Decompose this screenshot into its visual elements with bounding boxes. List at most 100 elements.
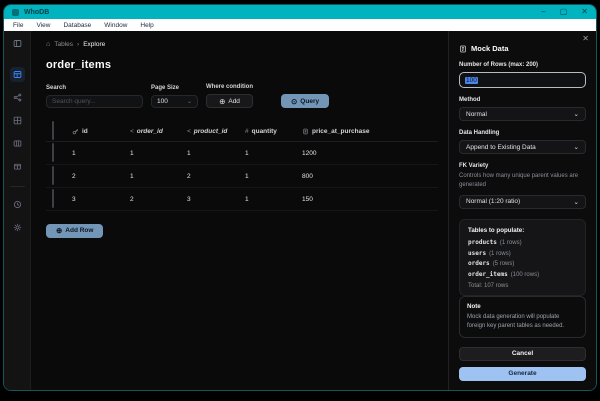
main-area: ⌂ Tables › Explore order_items Search Se…	[31, 31, 448, 390]
breadcrumb: ⌂ Tables › Explore	[46, 41, 438, 48]
note-body: Mock data generation will populate forei…	[467, 313, 565, 329]
populate-table-row: order_items (100 rows)	[468, 271, 577, 278]
fk-variety-help: Controls how many unique parent values a…	[459, 173, 579, 189]
table-row[interactable]: 2 1 2 1 800	[46, 165, 438, 188]
fk-icon: <	[130, 127, 134, 135]
table-row[interactable]: 1 1 1 1 1200	[46, 142, 438, 165]
table-cell[interactable]: 150	[302, 196, 438, 203]
sidebar-divider	[9, 186, 25, 187]
table-cell[interactable]: 2	[187, 173, 245, 180]
table-name: orders	[468, 260, 490, 268]
minimize-icon[interactable]: –	[541, 8, 545, 16]
generate-button[interactable]: Generate	[459, 366, 586, 381]
table-row[interactable]: 3 2 3 1 150	[46, 188, 438, 211]
plus-circle-icon: ⊕	[56, 226, 63, 235]
query-circle-icon: ⊙	[291, 96, 298, 106]
search-label: Search	[46, 85, 67, 91]
menu-database[interactable]: Database	[63, 22, 91, 29]
column-header-id[interactable]: id	[72, 128, 130, 135]
tables-box-title: Tables to populate:	[468, 227, 525, 235]
populate-table-row: products (1 rows)	[468, 239, 577, 246]
method-select[interactable]: Normal ⌄	[459, 107, 586, 122]
add-row-button[interactable]: ⊕ Add Row	[46, 223, 104, 238]
rows-input-value: 100	[465, 76, 478, 84]
hash-icon: #	[245, 127, 249, 135]
grid-nav-icon[interactable]	[10, 113, 25, 128]
menu-view[interactable]: View	[36, 22, 50, 29]
rows-input[interactable]: 100	[459, 72, 586, 89]
table-row-count: (1 rows)	[499, 240, 522, 247]
page-title: order_items	[46, 59, 112, 71]
history-icon[interactable]	[10, 197, 25, 212]
search-input[interactable]: Search query...	[46, 95, 143, 108]
table-cell[interactable]: 1	[72, 150, 130, 157]
titlebar[interactable]: WhoDB – ▢ ✕	[4, 5, 596, 19]
table-cell[interactable]: 1	[245, 196, 302, 203]
table-cell[interactable]: 1	[245, 173, 302, 180]
menu-help[interactable]: Help	[140, 22, 153, 29]
breadcrumb-root[interactable]: Tables	[54, 41, 73, 48]
populate-table-row: orders (5 rows)	[468, 260, 577, 267]
page-size-value: 100	[157, 98, 168, 105]
data-table: id < order_id < product_id # quantity price_at_…	[46, 121, 438, 211]
column-header-product_id[interactable]: < product_id	[187, 128, 245, 135]
cells-nav-icon[interactable]	[10, 136, 25, 151]
chevron-down-icon: ⌄	[573, 198, 579, 206]
graph-nav-icon[interactable]	[10, 90, 25, 105]
mock-data-panel: ✕ Mock Data Number of Rows (max: 200) 10…	[448, 31, 596, 390]
table-cell[interactable]: 2	[130, 196, 187, 203]
select-all-checkbox[interactable]	[52, 121, 54, 140]
column-header-quantity[interactable]: # quantity	[245, 128, 302, 135]
sidebar-toggle-icon[interactable]	[10, 36, 25, 51]
home-icon[interactable]: ⌂	[46, 41, 50, 48]
table-cell[interactable]: 1	[187, 150, 245, 157]
query-button[interactable]: ⊙ Query	[281, 94, 330, 108]
table-controls: Search Search query... Page Size 100 ⌄ W…	[46, 84, 438, 108]
table-row-count: (100 rows)	[510, 271, 540, 278]
table-cell[interactable]: 1	[245, 150, 302, 157]
storage-nav-icon[interactable]	[10, 159, 25, 174]
table-cell[interactable]: 3	[187, 196, 245, 203]
table-cell[interactable]: 800	[302, 173, 438, 180]
table-cell[interactable]: 3	[72, 196, 130, 203]
table-name: users	[468, 249, 487, 257]
table-cell[interactable]: 1	[130, 173, 187, 180]
column-header-price_at_purchase[interactable]: price_at_purchase	[302, 128, 438, 135]
data-handling-label: Data Handling	[459, 130, 500, 137]
cancel-button[interactable]: Cancel	[459, 346, 586, 361]
menu-file[interactable]: File	[13, 22, 23, 29]
data-handling-select[interactable]: Append to Existing Data ⌄	[459, 140, 586, 155]
app-logo-icon	[12, 8, 19, 16]
row-checkbox[interactable]	[52, 189, 54, 208]
maximize-icon[interactable]: ▢	[560, 8, 568, 16]
menu-window[interactable]: Window	[104, 22, 127, 29]
page-size-select[interactable]: 100 ⌄	[151, 95, 198, 108]
tables-to-populate-box: Tables to populate: products (1 rows) user…	[459, 219, 586, 296]
settings-gear-icon[interactable]	[10, 220, 25, 235]
method-value: Normal	[466, 110, 487, 118]
table-row-count: (1 rows)	[489, 250, 511, 257]
fk-variety-select[interactable]: Normal (1:20 ratio) ⌄	[459, 194, 586, 210]
tables-nav-icon[interactable]	[9, 67, 25, 82]
table-cell[interactable]: 1200	[302, 150, 438, 157]
column-header-order_id[interactable]: < order_id	[130, 128, 187, 135]
row-checkbox[interactable]	[52, 166, 54, 185]
note-title: Note	[467, 302, 481, 310]
window-controls: – ▢ ✕	[541, 8, 588, 16]
table-cell[interactable]: 2	[72, 173, 130, 180]
close-icon[interactable]: ✕	[581, 8, 588, 16]
plus-circle-icon: ⊕	[219, 96, 226, 106]
menubar: File View Database Window Help	[4, 19, 596, 31]
content: ⌂ Tables › Explore order_items Search Se…	[4, 31, 596, 390]
fk-variety-value: Normal (1:20 ratio)	[466, 198, 521, 206]
chevron-down-icon: ⌄	[186, 99, 192, 105]
panel-title: Mock Data	[459, 44, 586, 53]
search-placeholder: Search query...	[52, 98, 96, 105]
add-condition-button[interactable]: ⊕ Add	[206, 94, 253, 108]
page-size-field: Page Size 100 ⌄	[151, 85, 198, 108]
mock-data-icon	[459, 45, 467, 53]
row-checkbox[interactable]	[52, 143, 54, 162]
table-cell[interactable]: 1	[130, 150, 187, 157]
close-icon[interactable]: ✕	[582, 34, 589, 43]
note-box: Note Mock data generation will populate …	[459, 295, 586, 338]
